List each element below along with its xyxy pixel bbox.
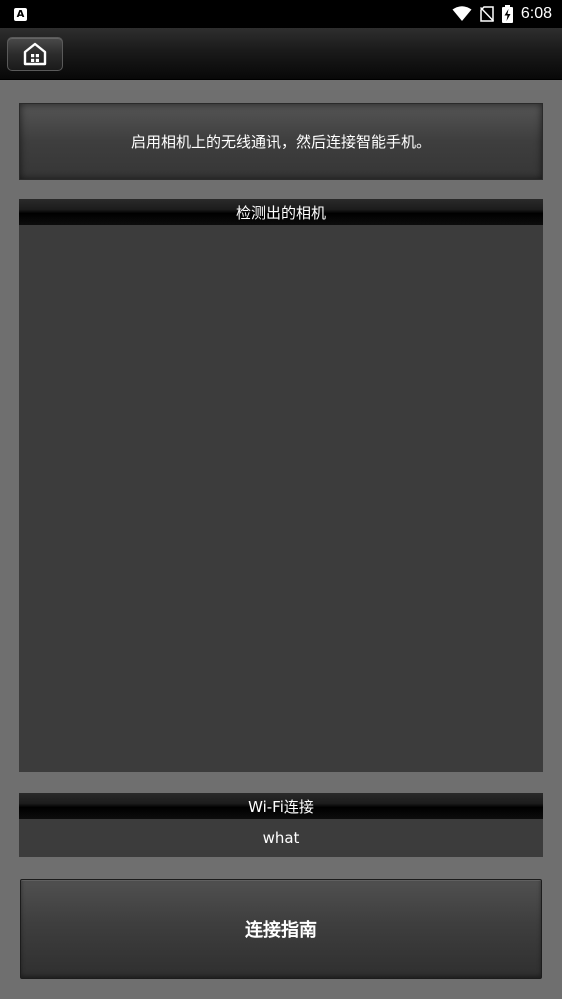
app-notification-icon: A xyxy=(14,7,27,21)
instruction-message: 启用相机上的无线通讯，然后连接智能手机。 xyxy=(19,103,543,180)
wifi-icon xyxy=(452,6,472,21)
connection-guide-label: 连接指南 xyxy=(245,920,317,941)
status-bar: A 6:08 xyxy=(0,0,562,28)
detected-cameras-panel: 检测出的相机 xyxy=(19,199,543,772)
no-sim-icon xyxy=(479,6,494,22)
detected-cameras-header: 检测出的相机 xyxy=(19,199,543,225)
detected-cameras-title: 检测出的相机 xyxy=(235,203,326,222)
status-time: 6:08 xyxy=(520,5,552,22)
home-button[interactable] xyxy=(7,37,63,71)
wifi-connection-panel: Wi-Fi连接 what xyxy=(19,793,543,857)
battery-charging-icon xyxy=(501,5,513,23)
top-toolbar xyxy=(0,28,562,80)
home-icon xyxy=(23,42,47,66)
status-right: 6:08 xyxy=(452,5,552,23)
wifi-network-name: what xyxy=(19,819,543,857)
wifi-network-value: what xyxy=(262,829,300,847)
instruction-text: 启用相机上的无线通讯，然后连接智能手机。 xyxy=(130,133,431,151)
wifi-connection-header: Wi-Fi连接 xyxy=(19,793,543,819)
wifi-connection-title: Wi-Fi连接 xyxy=(248,797,314,816)
camera-list[interactable] xyxy=(19,225,543,772)
status-left: A xyxy=(14,7,27,21)
connection-guide-button[interactable]: 连接指南 xyxy=(20,879,542,979)
